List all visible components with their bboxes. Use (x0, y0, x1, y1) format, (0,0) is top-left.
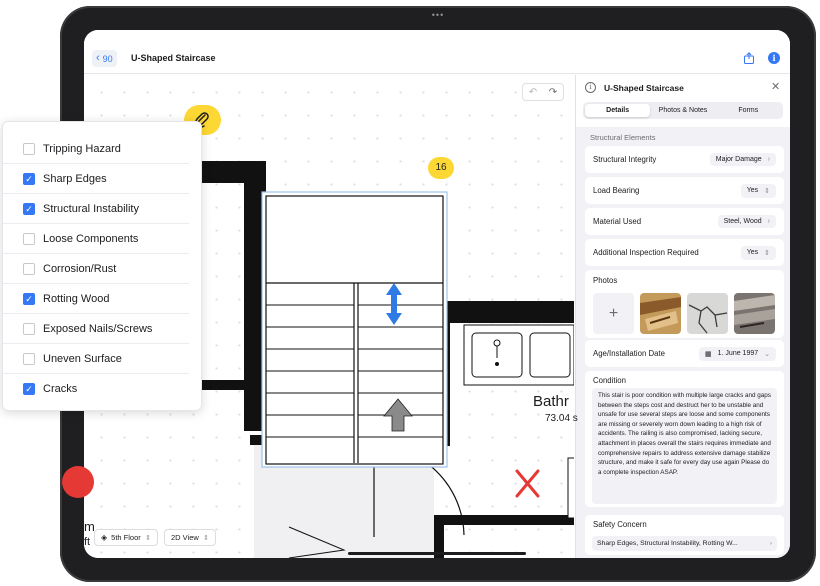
checklist-item[interactable]: Tripping Hazard (3, 134, 189, 164)
chevron-right-icon: › (769, 540, 772, 547)
field-load-bearing[interactable]: Load Bearing Yes ⇕ (585, 177, 784, 204)
panel-title: U-Shaped Staircase (604, 83, 684, 93)
checkbox[interactable] (23, 352, 35, 365)
checklist-item[interactable]: ✓ Sharp Edges (3, 164, 189, 194)
chevron-updown-icon: ⇕ (764, 249, 770, 257)
redo-icon[interactable]: ↷ (549, 87, 557, 98)
home-indicator[interactable] (348, 552, 526, 555)
checkbox[interactable] (23, 142, 35, 155)
photos-card: Photos + (585, 270, 784, 338)
checkbox-checked[interactable]: ✓ (23, 292, 35, 305)
segmented-tabs: Details Photos & Notes Forms (583, 102, 783, 119)
field-label: Load Bearing (593, 186, 640, 195)
condition-label: Condition (593, 376, 626, 385)
room-area: 73.04 s (545, 413, 578, 424)
crack-photo (687, 293, 728, 334)
add-photo-button[interactable]: + (593, 293, 634, 334)
photo-thumbnail[interactable] (687, 293, 728, 334)
condition-card: Condition This stair is poor condition w… (585, 371, 784, 507)
info-circle-icon: i (585, 82, 596, 93)
stair-number-badge[interactable]: 16 (428, 157, 454, 179)
history-toolbar: ↶ ↷ (522, 83, 564, 101)
chevron-right-icon: › (767, 156, 770, 163)
checklist-item[interactable]: Loose Components (3, 224, 189, 254)
back-label: 90 (102, 53, 113, 64)
field-label: Age/Installation Date (593, 349, 665, 358)
field-value: ▦ 1. June 1997 ⌄ (699, 346, 776, 361)
calendar-icon: ▦ (705, 350, 712, 358)
field-material-used[interactable]: Material Used Steel, Wood › (585, 208, 784, 235)
field-age-installation-date[interactable]: Age/Installation Date ▦ 1. June 1997 ⌄ (585, 340, 784, 367)
checklist-item[interactable]: ✓ Rotting Wood (3, 284, 189, 314)
checklist-item[interactable]: ✓ Cracks (3, 374, 189, 404)
checkbox[interactable] (23, 262, 35, 275)
share-icon[interactable] (743, 52, 755, 64)
chevron-left-icon: ‹ (96, 52, 100, 64)
field-additional-inspection[interactable]: Additional Inspection Required Yes ⇕ (585, 239, 784, 266)
view-select[interactable]: 2D View ⇕ (164, 529, 216, 546)
defect-marker (515, 469, 540, 498)
info-icon[interactable]: i (768, 52, 780, 64)
tab-photos-notes[interactable]: Photos & Notes (650, 104, 715, 117)
undo-icon[interactable]: ↶ (529, 87, 537, 98)
checklist-item[interactable]: ✓ Structural Instability (3, 194, 189, 224)
tab-forms[interactable]: Forms (716, 104, 781, 117)
photos-label: Photos (593, 276, 618, 285)
checkbox[interactable] (23, 232, 35, 245)
checklist-item[interactable]: Corrosion/Rust (3, 254, 189, 284)
checkbox-checked[interactable]: ✓ (23, 383, 35, 395)
field-label: Material Used (593, 217, 642, 226)
field-value: Yes ⇕ (740, 183, 776, 198)
checkbox-checked[interactable]: ✓ (23, 202, 35, 215)
room-label: Bathr (533, 393, 569, 410)
photo-thumbnail[interactable] (640, 293, 681, 334)
checkbox[interactable] (23, 322, 35, 335)
close-icon[interactable]: ✕ (771, 80, 780, 93)
panel-header: i U-Shaped Staircase ✕ Details Photos & … (576, 75, 790, 127)
checklist-item[interactable]: Exposed Nails/Screws (3, 314, 189, 344)
chevron-updown-icon: ⇕ (203, 534, 209, 542)
field-value: Yes ⇕ (740, 245, 776, 260)
safety-label: Safety Concern (593, 520, 647, 529)
hazard-checklist: Tripping Hazard ✓ Sharp Edges ✓ Structur… (2, 121, 202, 411)
field-label: Structural Integrity (593, 155, 657, 164)
field-value: Steel, Wood › (717, 215, 776, 228)
safety-concern-card: Safety Concern Sharp Edges, Structural I… (585, 515, 784, 555)
page-title: U-Shaped Staircase (131, 53, 216, 63)
field-value: Major Damage › (709, 153, 776, 166)
section-title: Structural Elements (590, 133, 656, 142)
layers-icon: ◈ (101, 533, 108, 542)
checkbox-checked[interactable]: ✓ (23, 172, 35, 185)
tab-details[interactable]: Details (585, 104, 651, 117)
chevron-updown-icon: ⇕ (764, 187, 770, 195)
marker-pin[interactable] (62, 466, 94, 498)
floor-select-value: 5th Floor (111, 533, 141, 542)
field-label: Additional Inspection Required (593, 248, 699, 257)
chevron-updown-icon: ⇕ (145, 534, 151, 542)
details-panel: i U-Shaped Staircase ✕ Details Photos & … (575, 75, 790, 558)
top-bar: ‹ 90 U-Shaped Staircase i (84, 30, 790, 74)
wood-damage-photo (640, 293, 681, 334)
field-structural-integrity[interactable]: Structural Integrity Major Damage › (585, 146, 784, 173)
view-select-value: 2D View (171, 533, 199, 542)
photo-thumbnail[interactable] (734, 293, 775, 334)
chevron-down-icon: ⌄ (764, 350, 770, 358)
safety-concern-select[interactable]: Sharp Edges, Structural Instability, Rot… (592, 536, 777, 551)
condition-textarea[interactable]: This stair is poor condition with multip… (592, 388, 777, 504)
floor-select[interactable]: ◈ 5th Floor ⇕ (94, 529, 158, 546)
multitask-dots-icon[interactable]: ••• (60, 10, 816, 20)
broken-stair-photo (734, 293, 775, 334)
room-label-partial: m (84, 519, 95, 534)
chevron-right-icon: › (767, 218, 770, 225)
room-area-partial: ft (84, 536, 91, 548)
back-button[interactable]: ‹ 90 (92, 50, 117, 67)
checklist-item[interactable]: Uneven Surface (3, 344, 189, 374)
